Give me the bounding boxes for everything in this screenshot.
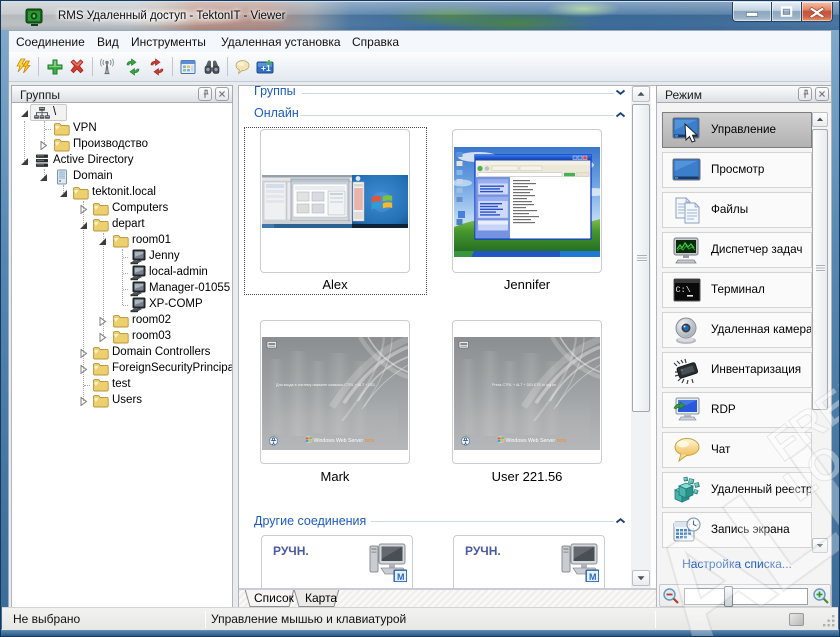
svg-text:Для входа в систему нажмите кл: Для входа в систему нажмите клавиши CTRL… [276,383,376,387]
svg-text:C:\: C:\ [676,285,691,295]
svg-text:M: M [397,572,405,582]
svg-text:M: M [589,572,597,582]
svg-text:Press CTRL + ALT + DELETE to l: Press CTRL + ALT + DELETE to log on [492,383,556,387]
